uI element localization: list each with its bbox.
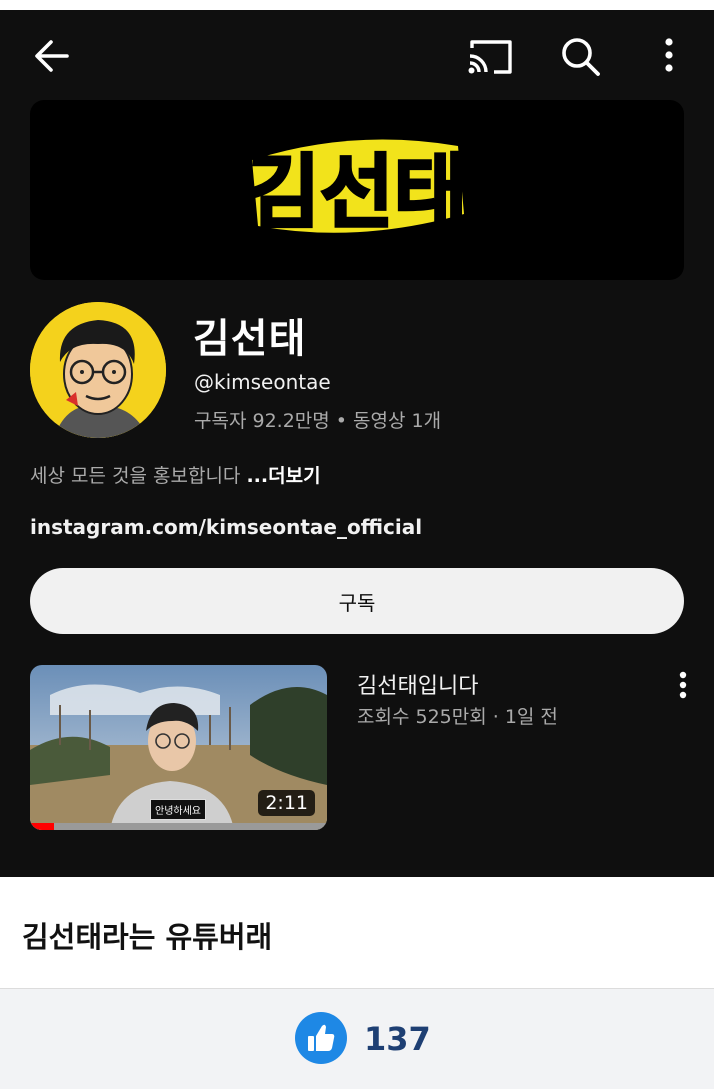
youtube-channel-screen: 김선태 김선태 @kimseontae 구독자 92.2만명 • 동영상 1개 … bbox=[0, 10, 714, 877]
subscribe-button[interactable]: 구독 bbox=[30, 568, 684, 634]
video-duration: 2:11 bbox=[258, 790, 315, 816]
search-icon[interactable] bbox=[560, 36, 602, 78]
channel-logo-banner: 김선태 bbox=[245, 139, 469, 241]
more-link[interactable]: ...더보기 bbox=[246, 465, 320, 487]
like-count: 137 bbox=[364, 1020, 431, 1058]
avatar-illustration bbox=[30, 302, 166, 438]
channel-name: 김선태 bbox=[193, 316, 307, 362]
video-caption: 안녕하세요 bbox=[150, 799, 206, 820]
thumbs-up-glyph bbox=[308, 1024, 335, 1051]
cast-icon[interactable] bbox=[466, 36, 514, 76]
post-title: 김선태라는 유튜버래 bbox=[22, 920, 273, 954]
banner-logo-text: 김선태 bbox=[247, 146, 468, 239]
video-meta: 조회수 525만회 · 1일 전 bbox=[357, 706, 558, 728]
top-strip bbox=[0, 0, 714, 10]
video-title[interactable]: 김선태입니다 bbox=[357, 668, 478, 700]
channel-stats: 구독자 92.2만명 • 동영상 1개 bbox=[194, 410, 442, 432]
watch-progress-bar bbox=[30, 823, 54, 830]
subscribe-label: 구독 bbox=[338, 590, 376, 615]
video-thumbnail[interactable]: 안녕하세요 2:11 bbox=[30, 665, 327, 830]
channel-banner: 김선태 bbox=[30, 100, 684, 280]
channel-description[interactable]: 세상 모든 것을 홍보합니다 ...더보기 bbox=[30, 461, 321, 488]
channel-avatar[interactable] bbox=[30, 302, 166, 438]
video-more-icon[interactable] bbox=[672, 670, 694, 700]
thumbs-up-icon[interactable] bbox=[295, 1012, 347, 1064]
more-vertical-icon[interactable] bbox=[660, 37, 678, 75]
channel-external-link[interactable]: instagram.com/kimseontae_official bbox=[30, 515, 422, 539]
reaction-bar bbox=[0, 988, 714, 1089]
description-text: 세상 모든 것을 홍보합니다 bbox=[30, 465, 241, 487]
channel-handle: @kimseontae bbox=[194, 370, 331, 394]
arrow-left-icon[interactable] bbox=[33, 38, 71, 74]
